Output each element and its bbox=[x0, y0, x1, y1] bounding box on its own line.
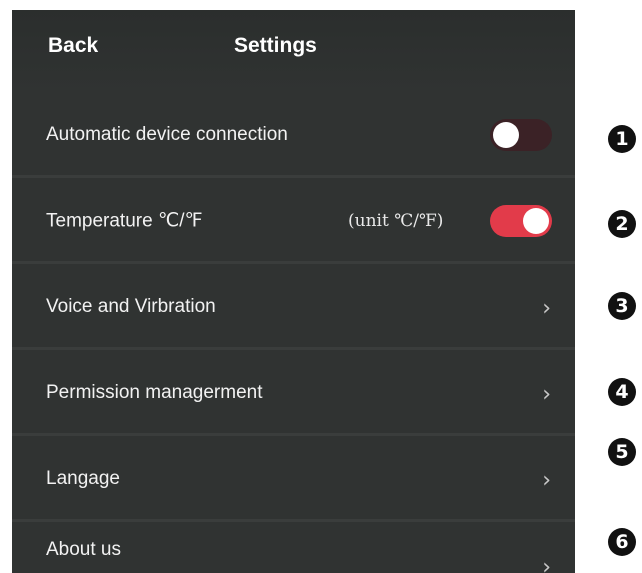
toggle-knob bbox=[523, 208, 549, 234]
row-label: Voice and Virbration bbox=[46, 296, 216, 317]
toggle-knob bbox=[493, 122, 519, 148]
row-language[interactable]: Langage › bbox=[12, 436, 575, 522]
row-temperature-unit: Temperature ℃/℉ (unit ℃/℉) bbox=[12, 178, 575, 264]
callout-marker-5: 5 bbox=[608, 438, 636, 466]
chevron-right-icon: › bbox=[542, 295, 551, 321]
row-label: Automatic device connection bbox=[46, 124, 288, 145]
callout-marker-4: 4 bbox=[608, 378, 636, 406]
row-permission-management[interactable]: Permission managerment › bbox=[12, 350, 575, 436]
callout-marker-6: 6 bbox=[608, 528, 636, 556]
callout-marker-1: 1 bbox=[608, 125, 636, 153]
temperature-unit-toggle[interactable] bbox=[490, 205, 552, 237]
chevron-right-icon: › bbox=[542, 467, 551, 493]
callout-marker-3: 3 bbox=[608, 292, 636, 320]
row-automatic-device-connection: Automatic device connection bbox=[12, 92, 575, 178]
back-button[interactable]: Back bbox=[48, 34, 98, 58]
chevron-right-icon: › bbox=[542, 554, 551, 573]
callout-marker-2: 2 bbox=[608, 210, 636, 238]
auto-connect-toggle[interactable] bbox=[490, 119, 552, 151]
row-label: Langage bbox=[46, 468, 120, 489]
chevron-right-icon: › bbox=[542, 381, 551, 407]
row-about-us[interactable]: About us › bbox=[12, 522, 575, 573]
page-title: Settings bbox=[234, 34, 317, 57]
row-voice-and-vibration[interactable]: Voice and Virbration › bbox=[12, 264, 575, 350]
header-bar: Back Settings bbox=[12, 10, 575, 92]
row-label: Temperature ℃/℉ bbox=[46, 210, 203, 232]
row-label: About us bbox=[46, 539, 121, 560]
unit-hint: (unit ℃/℉) bbox=[348, 211, 444, 231]
settings-screen: Back Settings Automatic device connectio… bbox=[12, 10, 575, 573]
row-label: Permission managerment bbox=[46, 382, 263, 403]
